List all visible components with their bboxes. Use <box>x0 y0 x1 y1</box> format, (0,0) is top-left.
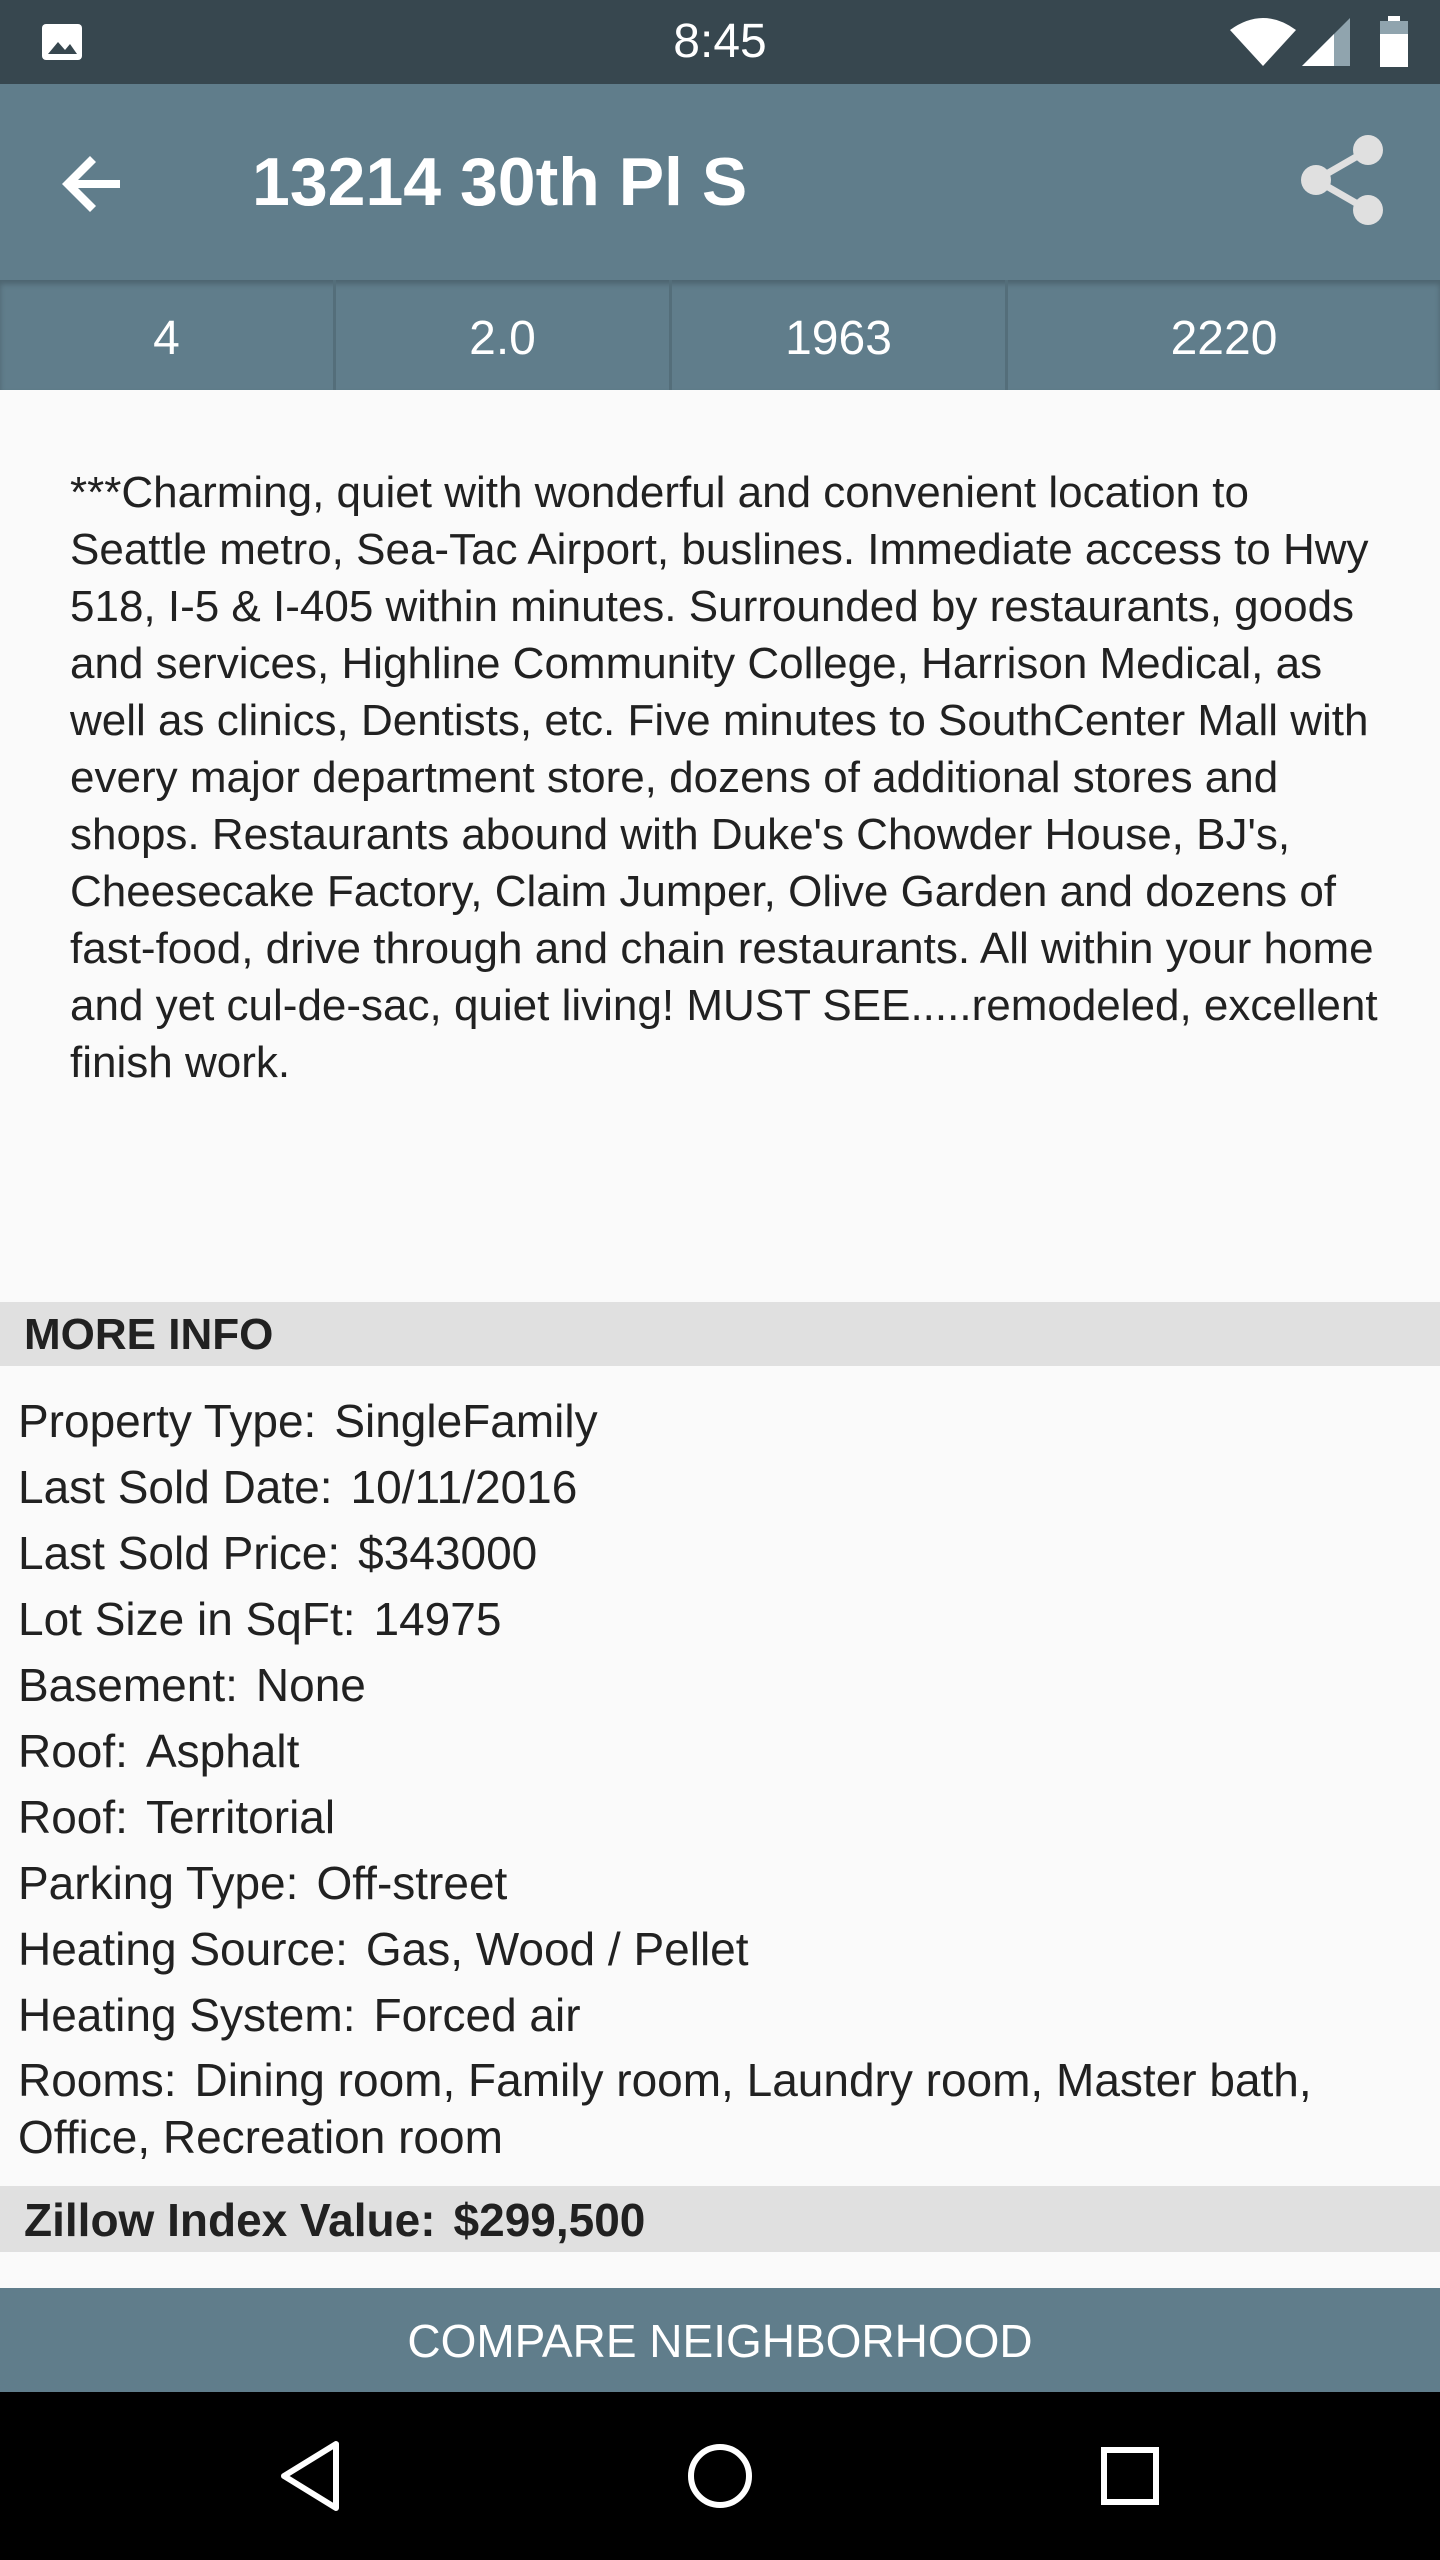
info-value: 10/11/2016 <box>350 1461 578 1513</box>
back-arrow-icon[interactable] <box>58 148 130 220</box>
nav-recent-apps-icon[interactable] <box>1090 2436 1170 2516</box>
more-info-list: Property Type: SingleFamily Last Sold Dat… <box>18 1388 1418 2166</box>
info-label: Parking Type: <box>18 1857 299 1909</box>
info-value: Forced air <box>373 1989 581 2041</box>
info-row-basement: Basement: None <box>18 1652 1418 1718</box>
property-stats: 4 2.0 1963 2220 <box>0 280 1440 390</box>
stat-year-built: 1963 <box>672 280 1008 390</box>
info-row-roof-view: Roof: Territorial <box>18 1784 1418 1850</box>
info-row-heating-system: Heating System: Forced air <box>18 1982 1418 2048</box>
page-title: 13214 30th Pl S <box>252 144 748 220</box>
system-nav-bar <box>0 2392 1440 2560</box>
zillow-index-label: Zillow Index Value: <box>24 2194 436 2246</box>
info-label: Roof: <box>18 1791 128 1843</box>
more-info-header: MORE INFO <box>0 1302 1440 1366</box>
info-row-last-sold-date: Last Sold Date: 10/11/2016 <box>18 1454 1418 1520</box>
stat-bedrooms: 4 <box>0 280 336 390</box>
nav-back-icon[interactable] <box>276 2436 356 2516</box>
info-value: Off-street <box>316 1857 508 1909</box>
info-value: Territorial <box>145 1791 336 1843</box>
info-value: 14975 <box>373 1593 502 1645</box>
share-icon[interactable] <box>1294 132 1390 228</box>
info-value: Gas, Wood / Pellet <box>365 1923 749 1975</box>
info-row-property-type: Property Type: SingleFamily <box>18 1388 1418 1454</box>
zillow-index-value: $299,500 <box>453 2194 646 2246</box>
signal-icon <box>1302 18 1350 66</box>
info-value: $343000 <box>358 1527 538 1579</box>
wifi-icon <box>1230 18 1296 66</box>
info-label: Property Type: <box>18 1395 317 1447</box>
info-label: Heating Source: <box>18 1923 348 1975</box>
property-description: ***Charming, quiet with wonderful and co… <box>70 468 1378 1087</box>
info-label: Lot Size in SqFt: <box>18 1593 356 1645</box>
info-row-roof: Roof: Asphalt <box>18 1718 1418 1784</box>
info-label: Basement: <box>18 1659 238 1711</box>
info-row-heating-source: Heating Source: Gas, Wood / Pellet <box>18 1916 1418 1982</box>
info-row-rooms: Rooms: Dining room, Family room, Laundry … <box>18 2052 1418 2166</box>
info-label: Rooms: <box>18 2054 177 2106</box>
info-value: Dining room, Family room, Laundry room, … <box>18 2054 1312 2163</box>
info-row-lot-size: Lot Size in SqFt: 14975 <box>18 1586 1418 1652</box>
app-bar: 13214 30th Pl S <box>0 84 1440 280</box>
info-label: Heating System: <box>18 1989 356 2041</box>
info-value: Asphalt <box>145 1725 300 1777</box>
stat-square-feet: 2220 <box>1170 312 1278 365</box>
status-bar: 8:45 <box>0 0 1440 84</box>
info-label: Roof: <box>18 1725 128 1777</box>
info-value: SingleFamily <box>334 1395 598 1447</box>
info-row-last-sold-price: Last Sold Price: $343000 <box>18 1520 1418 1586</box>
info-row-parking-type: Parking Type: Off-street <box>18 1850 1418 1916</box>
stat-bathrooms: 2.0 <box>336 280 672 390</box>
info-label: Last Sold Price: <box>18 1527 341 1579</box>
info-label: Last Sold Date: <box>18 1461 333 1513</box>
zillow-index-bar: Zillow Index Value: $299,500 <box>0 2186 1440 2252</box>
nav-home-icon[interactable] <box>680 2436 760 2516</box>
info-value: None <box>255 1659 366 1711</box>
battery-icon <box>1380 16 1408 67</box>
compare-neighborhood-button[interactable]: COMPARE NEIGHBORHOOD <box>0 2288 1440 2392</box>
status-time: 8:45 <box>673 15 767 68</box>
